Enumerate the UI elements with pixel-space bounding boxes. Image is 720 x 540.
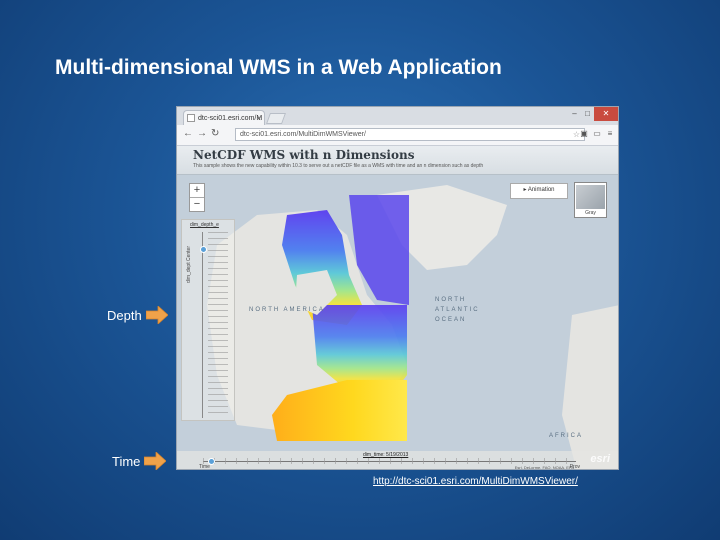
- tab-strip: dtc-sci01.esri.com/M × – □ ✕: [177, 107, 618, 125]
- map-label-north-atlantic: NORTH ATLANTIC OCEAN: [435, 297, 480, 323]
- back-icon[interactable]: ←: [183, 128, 193, 139]
- minimize-button[interactable]: –: [568, 107, 581, 121]
- basemap-toggle[interactable]: Gray: [574, 182, 607, 218]
- menu-icon[interactable]: ≡: [605, 129, 615, 139]
- depth-slider-ticks: [208, 232, 228, 418]
- depth-callout-label: Depth: [107, 307, 142, 323]
- animation-button[interactable]: ▸ Animation: [510, 183, 568, 199]
- extension-icon[interactable]: ▣: [579, 129, 589, 139]
- toolbar-icons: ▣ ▭ ≡: [579, 129, 615, 139]
- depth-slider-handle[interactable]: [200, 246, 207, 253]
- forward-icon[interactable]: →: [197, 128, 207, 139]
- map-view[interactable]: NORTH AMERICA NORTH ATLANTIC OCEAN AFRIC…: [177, 175, 618, 470]
- depth-callout: Depth: [107, 306, 168, 324]
- tab-title: dtc-sci01.esri.com/M: [198, 115, 263, 122]
- zoom-control: + −: [189, 183, 205, 212]
- address-bar[interactable]: dtc-sci01.esri.com/MultiDimWMSViewer/ ☆: [235, 128, 585, 141]
- browser-toolbar: ← → ↻ dtc-sci01.esri.com/MultiDimWMSView…: [177, 125, 618, 146]
- web-app-page: NetCDF WMS with n Dimensions This sample…: [177, 146, 618, 470]
- page-icon: [187, 114, 195, 122]
- app-description: This sample shows the new capability wit…: [193, 163, 484, 169]
- cast-icon[interactable]: ▭: [592, 129, 602, 139]
- map-canvas[interactable]: [177, 175, 618, 470]
- time-arrow-icon: [144, 452, 167, 470]
- depth-arrow-icon: [145, 306, 168, 324]
- depth-slider-panel: dim_depth_e dim_dept Center: [181, 219, 235, 421]
- map-label-north-america: NORTH AMERICA: [249, 307, 325, 313]
- zoom-out-button[interactable]: −: [190, 197, 204, 211]
- new-tab-button[interactable]: [265, 113, 287, 124]
- basemap-label: Gray: [585, 210, 596, 216]
- app-header: NetCDF WMS with n Dimensions This sample…: [177, 146, 618, 175]
- maximize-button[interactable]: □: [581, 107, 594, 121]
- app-title: NetCDF WMS with n Dimensions: [193, 148, 415, 162]
- address-text: dtc-sci01.esri.com/MultiDimWMSViewer/: [240, 131, 366, 138]
- close-window-button[interactable]: ✕: [594, 107, 618, 121]
- map-attribution: Esri, DeLorme, FAO, NOAA, EPA: [514, 465, 574, 470]
- time-callout: Time: [112, 452, 167, 470]
- esri-logo: esri: [590, 453, 610, 465]
- depth-slider-track[interactable]: [202, 232, 203, 418]
- time-slider-start: Time: [199, 464, 210, 470]
- time-callout-label: Time: [112, 453, 141, 469]
- browser-window: dtc-sci01.esri.com/M × – □ ✕ ← → ↻ dtc-s…: [176, 106, 619, 470]
- tab-close-icon[interactable]: ×: [256, 111, 261, 125]
- basemap-thumbnail: [576, 185, 605, 209]
- browser-tab[interactable]: dtc-sci01.esri.com/M ×: [183, 110, 265, 125]
- map-label-africa: AFRICA: [549, 433, 584, 439]
- viewer-link[interactable]: http://dtc-sci01.esri.com/MultiDimWMSVie…: [373, 476, 578, 487]
- time-slider-ticks: [203, 458, 576, 464]
- reload-icon[interactable]: ↻: [211, 128, 219, 139]
- zoom-in-button[interactable]: +: [190, 184, 204, 197]
- slide-title: Multi-dimensional WMS in a Web Applicati…: [55, 56, 502, 79]
- window-controls: – □ ✕: [568, 107, 618, 121]
- depth-panel-title: dim_depth_e: [190, 222, 219, 228]
- depth-axis-label: dim_dept Center: [186, 246, 192, 283]
